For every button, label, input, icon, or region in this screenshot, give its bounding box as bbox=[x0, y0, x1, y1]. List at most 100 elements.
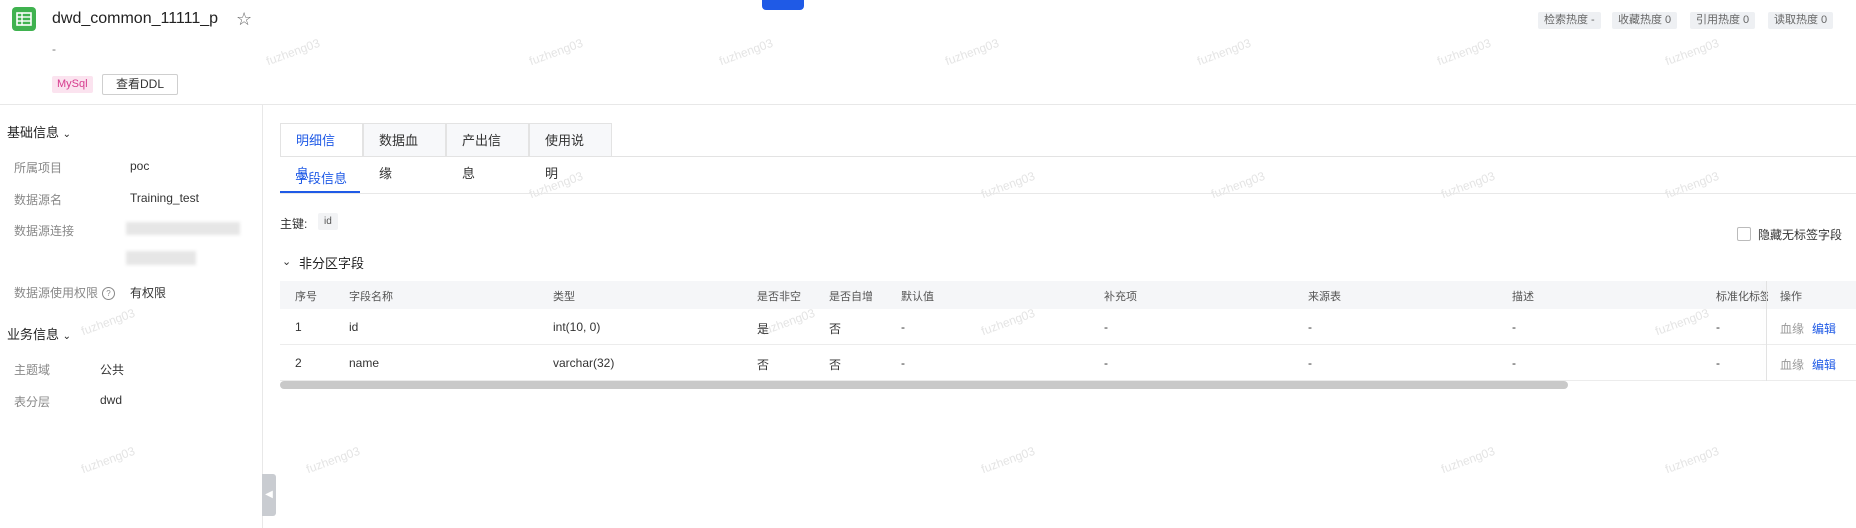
col-auto-increment: 是否自增 bbox=[829, 291, 873, 303]
read-heat-badge: 读取热度 0 bbox=[1768, 12, 1834, 29]
table-header bbox=[280, 281, 1856, 309]
chevron-down-icon: ⌄ bbox=[62, 129, 72, 140]
col-standard-tag: 标准化标签 bbox=[1716, 291, 1768, 303]
help-icon[interactable]: ? bbox=[102, 287, 116, 301]
watermark: fuzheng03 bbox=[1209, 168, 1267, 202]
col-default: 默认值 bbox=[901, 291, 934, 303]
basic-info-toggle[interactable]: 基础信息 ⌄ bbox=[7, 122, 71, 141]
group-title[interactable]: 非分区字段 bbox=[299, 253, 364, 272]
field-standard-tag: - bbox=[1716, 320, 1720, 334]
tab-output-info[interactable]: 产出信息 bbox=[446, 123, 529, 181]
watermark: fuzheng03 bbox=[79, 443, 137, 477]
view-ddl-button[interactable]: 查看DDL bbox=[102, 74, 179, 95]
watermark: fuzheng03 bbox=[979, 305, 1037, 339]
row-index: 2 bbox=[295, 356, 302, 370]
header-divider bbox=[0, 104, 1856, 105]
search-button[interactable] bbox=[762, 0, 804, 10]
basic-info-title: 基础信息 bbox=[7, 125, 60, 140]
favorite-heat-badge: 收藏热度 0 bbox=[1612, 12, 1678, 29]
watermark: fuzheng03 bbox=[1663, 443, 1721, 477]
page-title: dwd_common_11111_p bbox=[52, 10, 219, 27]
field-source-table: - bbox=[1308, 356, 1312, 370]
chevron-down-icon[interactable]: ⌄ bbox=[282, 255, 291, 268]
field-default: - bbox=[901, 356, 905, 370]
watermark: fuzheng03 bbox=[264, 35, 322, 69]
business-info-title: 业务信息 bbox=[7, 327, 60, 342]
lineage-link[interactable]: 血缘 bbox=[1780, 320, 1804, 337]
watermark: fuzheng03 bbox=[304, 443, 362, 477]
table-description: - bbox=[52, 42, 56, 56]
lineage-link[interactable]: 血缘 bbox=[1780, 356, 1804, 373]
watermark: fuzheng03 bbox=[1195, 35, 1253, 69]
col-not-null: 是否非空 bbox=[757, 291, 801, 303]
datasource-connection-label: 数据源连接 bbox=[14, 224, 75, 238]
business-info-toggle[interactable]: 业务信息 ⌄ bbox=[7, 324, 71, 343]
hide-untagged-label[interactable]: 隐藏无标签字段 bbox=[1758, 226, 1842, 243]
tab-usage-notes[interactable]: 使用说明 bbox=[529, 123, 612, 181]
datasource-permission-text: 数据源使用权限 bbox=[14, 286, 99, 300]
table-layer-label: 表分层 bbox=[14, 395, 51, 409]
col-description: 描述 bbox=[1512, 291, 1534, 303]
datasource-permission-label: 数据源使用权限? bbox=[14, 284, 116, 301]
datasource-name-value: Training_test bbox=[130, 191, 199, 205]
field-not-null: 否 bbox=[757, 358, 770, 372]
redacted-connection bbox=[126, 251, 196, 265]
sidebar-collapse-handle[interactable]: ◀ bbox=[262, 474, 276, 516]
watermark: fuzheng03 bbox=[943, 35, 1001, 69]
col-source-table: 来源表 bbox=[1308, 291, 1341, 303]
field-auto-increment: 否 bbox=[829, 322, 842, 336]
col-field-name: 字段名称 bbox=[349, 291, 393, 303]
row-divider bbox=[280, 344, 1856, 345]
col-supplement: 补充项 bbox=[1104, 291, 1137, 303]
watermark: fuzheng03 bbox=[79, 305, 137, 339]
edit-link[interactable]: 编辑 bbox=[1812, 356, 1836, 373]
datasource-permission-value: 有权限 bbox=[130, 286, 167, 300]
field-name: id bbox=[349, 320, 359, 334]
subject-domain-label: 主题域 bbox=[14, 363, 51, 377]
watermark: fuzheng03 bbox=[1663, 168, 1721, 202]
watermark: fuzheng03 bbox=[1439, 168, 1497, 202]
field-auto-increment: 否 bbox=[829, 358, 842, 372]
field-standard-tag: - bbox=[1716, 356, 1720, 370]
fixed-column-divider bbox=[1766, 281, 1767, 381]
watermark: fuzheng03 bbox=[1653, 305, 1711, 339]
sidebar-divider bbox=[262, 105, 263, 528]
field-source-table: - bbox=[1308, 320, 1312, 334]
tab-data-lineage[interactable]: 数据血缘 bbox=[363, 123, 446, 181]
col-index: 序号 bbox=[295, 291, 317, 303]
watermark: fuzheng03 bbox=[1435, 35, 1493, 69]
watermark: fuzheng03 bbox=[717, 35, 775, 69]
star-icon[interactable]: ☆ bbox=[236, 9, 252, 30]
field-description: - bbox=[1512, 356, 1516, 370]
field-description: - bbox=[1512, 320, 1516, 334]
table-icon bbox=[12, 7, 36, 31]
subtab-field-info[interactable]: 字段信息 bbox=[295, 168, 347, 187]
field-not-null: 是 bbox=[757, 322, 770, 336]
watermark: fuzheng03 bbox=[979, 443, 1037, 477]
row-index: 1 bbox=[295, 320, 302, 334]
table-layer-value: dwd bbox=[100, 393, 123, 407]
edit-link[interactable]: 编辑 bbox=[1812, 320, 1836, 337]
watermark: fuzheng03 bbox=[1439, 443, 1497, 477]
primary-key-tag: id bbox=[318, 213, 338, 230]
datasource-name-label: 数据源名 bbox=[14, 193, 63, 207]
col-type: 类型 bbox=[553, 291, 575, 303]
redacted-connection bbox=[126, 222, 240, 235]
watermark: fuzheng03 bbox=[1663, 35, 1721, 69]
chevron-down-icon: ⌄ bbox=[62, 331, 72, 342]
project-label: 所属项目 bbox=[14, 161, 63, 175]
subject-domain-value: 公共 bbox=[100, 363, 125, 377]
col-actions: 操作 bbox=[1780, 291, 1802, 303]
field-type: varchar(32) bbox=[553, 356, 615, 370]
horizontal-scrollbar[interactable] bbox=[280, 381, 1568, 389]
watermark: fuzheng03 bbox=[979, 168, 1037, 202]
primary-key-label: 主键: bbox=[280, 217, 308, 231]
reference-heat-badge: 引用热度 0 bbox=[1690, 12, 1756, 29]
project-value: poc bbox=[130, 159, 150, 173]
search-heat-badge: 检索热度 - bbox=[1538, 12, 1601, 29]
hide-untagged-checkbox[interactable] bbox=[1737, 227, 1751, 241]
field-default: - bbox=[901, 320, 905, 334]
field-name: name bbox=[349, 356, 380, 370]
tab-detail-info[interactable]: 明细信息 bbox=[280, 123, 363, 181]
field-supplement: - bbox=[1104, 320, 1108, 334]
